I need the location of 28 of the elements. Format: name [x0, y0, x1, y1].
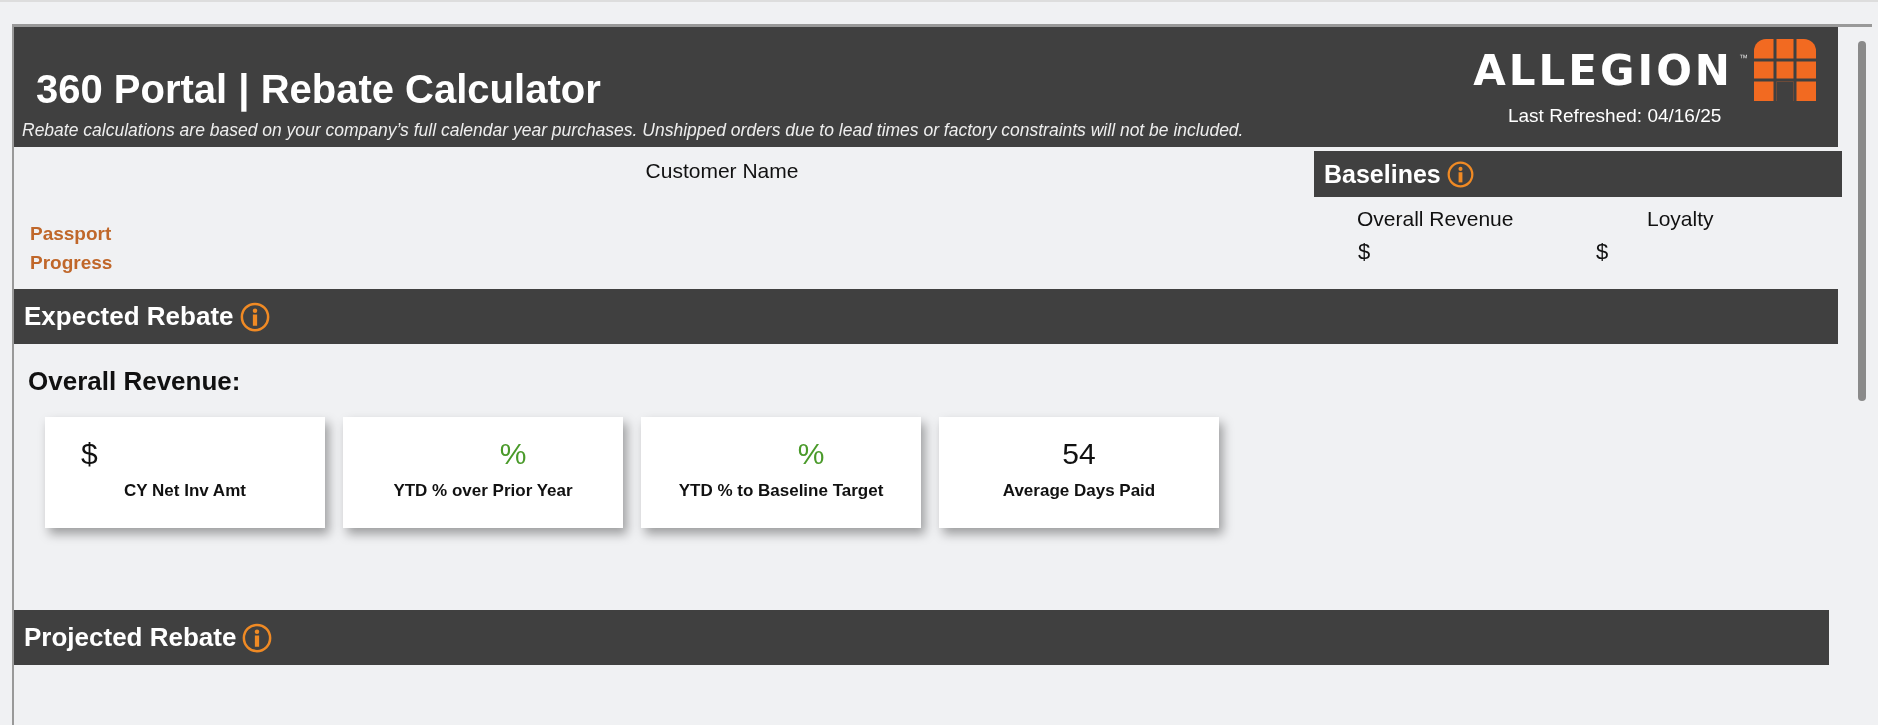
info-icon[interactable] — [242, 622, 273, 653]
metric-label: CY Net Inv Amt — [124, 481, 246, 501]
last-refreshed: Last Refreshed: 04/16/25 — [1507, 105, 1722, 127]
disclaimer-text: Rebate calculations are based on your company’s full calendar year purchases. Unshipped orders due to lead times or factory constraints will not be included. — [22, 120, 1244, 141]
customer-name-label: Customer Name — [644, 159, 800, 183]
scrollbar[interactable] — [1858, 41, 1866, 401]
metric-label: YTD % to Baseline Target — [678, 481, 884, 501]
page-title: 360 Portal | Rebate Calculator — [35, 67, 602, 112]
baseline-value: $ — [1595, 239, 1610, 265]
passport-progress-label: Passport Progress — [30, 222, 114, 275]
baseline-label: Overall Revenue — [1356, 207, 1515, 231]
metric-value: $ — [81, 437, 98, 472]
baseline-label: Loyalty — [1646, 207, 1715, 231]
section-title: Projected Rebate — [24, 622, 237, 653]
subsection-title: Overall Revenue: — [27, 365, 242, 397]
section-title: Expected Rebate — [24, 301, 234, 332]
section-title: Baselines — [1324, 159, 1441, 189]
metric-label: Average Days Paid — [1002, 481, 1156, 501]
trademark-mark: ™ — [1739, 53, 1748, 63]
metric-value: % — [499, 437, 527, 472]
metric-value: % — [797, 437, 825, 472]
baseline-value: $ — [1357, 239, 1372, 265]
metric-value: 54 — [1062, 437, 1096, 472]
metric-label: YTD % over Prior Year — [393, 481, 573, 501]
logo-wordmark: ALLEGION — [1473, 45, 1733, 95]
info-icon[interactable] — [1446, 160, 1474, 188]
logo-icon — [1754, 39, 1816, 101]
info-icon[interactable] — [239, 301, 270, 332]
